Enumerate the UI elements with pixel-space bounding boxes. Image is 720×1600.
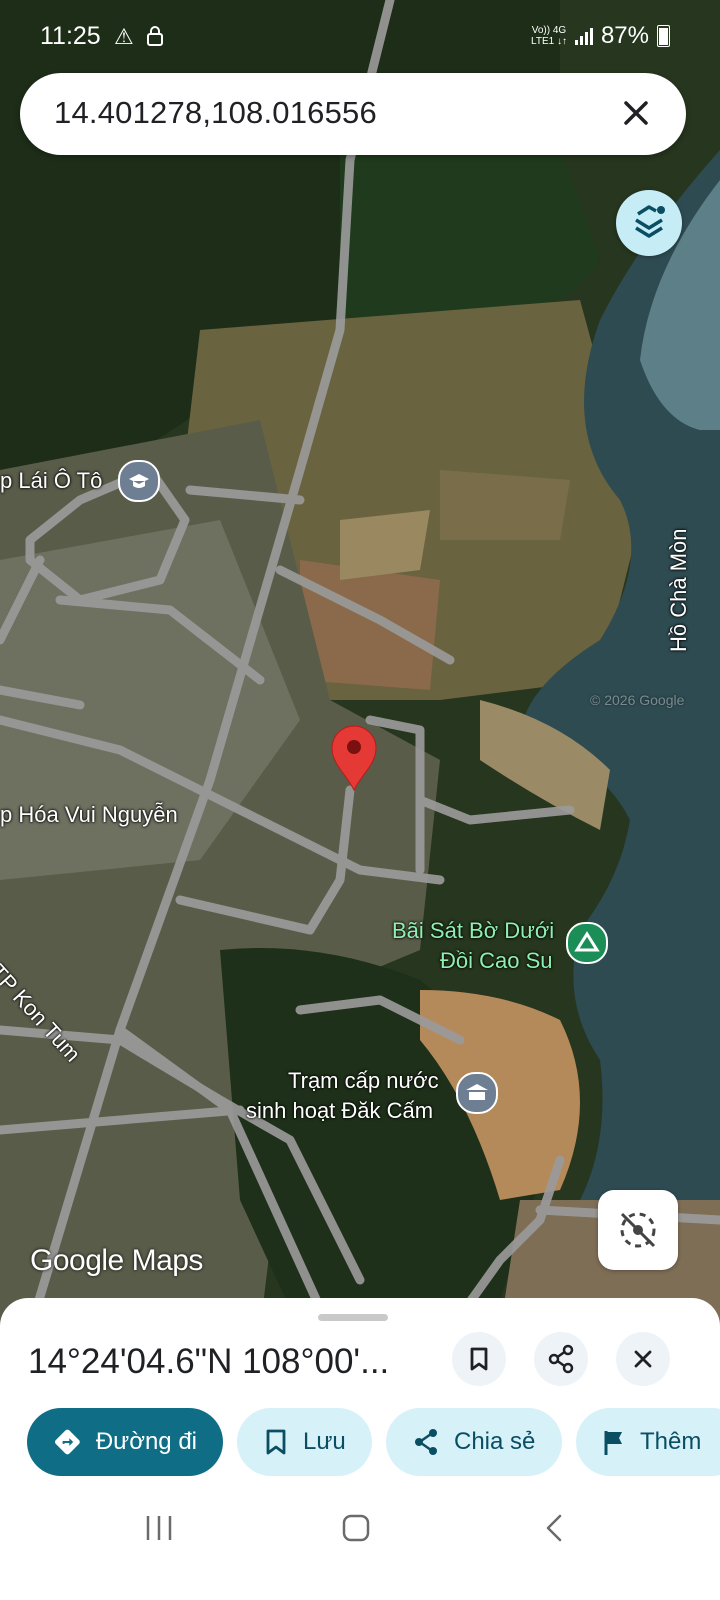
- battery-icon: [657, 25, 670, 47]
- share-label: Chia sẻ: [454, 1428, 536, 1455]
- home-icon[interactable]: [341, 1513, 371, 1543]
- label-water-line2[interactable]: sinh hoạt Đăk Cấm: [246, 1098, 433, 1124]
- directions-button[interactable]: Đường đi: [27, 1408, 223, 1476]
- bookmark-icon: [470, 1347, 488, 1371]
- building-icon[interactable]: [456, 1072, 498, 1114]
- share-circle-button[interactable]: [534, 1332, 588, 1386]
- close-sheet-button[interactable]: [616, 1332, 670, 1386]
- layers-button[interactable]: [616, 190, 682, 256]
- share-button[interactable]: Chia sẻ: [386, 1408, 562, 1476]
- label-driving-school[interactable]: p Lái Ô Tô: [0, 468, 102, 494]
- map-imagery: [0, 0, 720, 1330]
- save-button[interactable]: Lưu: [237, 1408, 372, 1476]
- label-camp-line1[interactable]: Bãi Sát Bờ Dưới: [392, 918, 554, 944]
- more-button[interactable]: Thêm: [576, 1408, 720, 1476]
- network-indicator: Vo)) 4G LTE1 ↓↑: [531, 25, 567, 47]
- more-label: Thêm: [640, 1428, 702, 1455]
- location-off-icon: [620, 1212, 656, 1248]
- close-icon[interactable]: [614, 91, 658, 135]
- status-right: Vo)) 4G LTE1 ↓↑ 87%: [531, 22, 670, 50]
- label-camp-line2[interactable]: Đồi Cao Su: [440, 948, 553, 974]
- status-bar: 11:25 ⚠ Vo)) 4G LTE1 ↓↑ 87%: [0, 0, 720, 70]
- school-icon[interactable]: [118, 460, 160, 502]
- satellite-map[interactable]: p Lái Ô Tô p Hóa Vui Nguyễn h TP Kon Tum…: [0, 0, 720, 1330]
- status-icons: ⚠: [114, 24, 164, 50]
- battery-percent: 87%: [600, 22, 649, 49]
- label-grocery[interactable]: p Hóa Vui Nguyễn: [0, 802, 178, 828]
- layers-icon: [635, 205, 665, 238]
- save-circle-button[interactable]: [452, 1332, 506, 1386]
- system-nav-bar: [0, 1492, 720, 1600]
- share-icon: [548, 1344, 574, 1374]
- directions-icon: [55, 1429, 80, 1455]
- clock: 11:25: [40, 22, 101, 50]
- directions-label: Đường đi: [95, 1428, 197, 1455]
- campground-icon[interactable]: [566, 922, 608, 964]
- back-icon[interactable]: [540, 1513, 570, 1543]
- warning-icon: ⚠: [114, 24, 134, 49]
- flag-icon: [604, 1431, 622, 1455]
- share-icon: [415, 1429, 437, 1455]
- label-lake: Hồ Chà Mòn: [666, 528, 691, 652]
- bookmark-icon: [266, 1429, 286, 1455]
- drag-handle[interactable]: [318, 1314, 388, 1321]
- search-bar[interactable]: 14.401278,108.016556: [20, 73, 686, 155]
- lock-icon: [146, 26, 163, 46]
- recent-apps-icon[interactable]: [144, 1513, 174, 1543]
- label-water-line1[interactable]: Trạm cấp nước: [288, 1068, 439, 1094]
- place-coordinates: 14°24'04.6"N 108°00'...: [28, 1342, 390, 1381]
- search-query[interactable]: 14.401278,108.016556: [54, 95, 377, 131]
- my-location-button[interactable]: [598, 1190, 678, 1270]
- google-maps-watermark: Google Maps: [30, 1244, 203, 1277]
- map-copyright: © 2026 Google: [590, 692, 685, 708]
- save-label: Lưu: [303, 1428, 346, 1455]
- signal-icon: [574, 27, 593, 45]
- close-icon: [634, 1350, 652, 1368]
